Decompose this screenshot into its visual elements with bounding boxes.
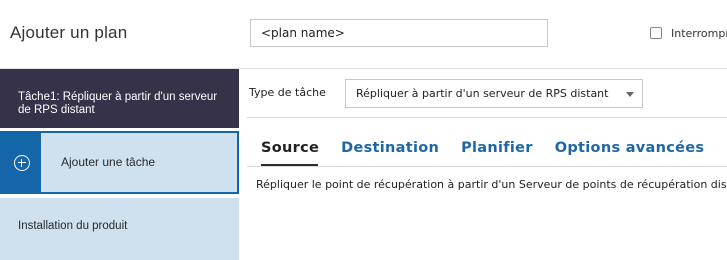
- interrupt-checkbox-group[interactable]: Interrompre: [650, 26, 727, 40]
- install-label: Installation du produit: [18, 220, 128, 232]
- divider: [247, 117, 727, 118]
- add-task-button[interactable]: Ajouter une tâche: [0, 131, 239, 194]
- sidebar-item-task1-label: Tâche1: Répliquer à partir d'un serveur …: [18, 91, 218, 116]
- tab-destination[interactable]: Destination: [341, 140, 439, 156]
- tab-divider: [247, 166, 727, 167]
- task-type-selected-value: Répliquer à partir d'un serveur de RPS d…: [356, 87, 609, 100]
- plan-name-input[interactable]: [250, 19, 548, 47]
- sidebar-item-install[interactable]: Installation du produit: [0, 198, 239, 260]
- task-type-select[interactable]: Répliquer à partir d'un serveur de RPS d…: [345, 79, 643, 108]
- tab-description: Répliquer le point de récupération à par…: [256, 178, 727, 191]
- page-title: Ajouter un plan: [10, 23, 128, 42]
- task-type-label: Type de tâche: [249, 86, 326, 99]
- add-task-icon-column: [2, 133, 41, 192]
- tab-bar: Source Destination Planifier Options ava…: [261, 140, 726, 156]
- add-task-label: Ajouter une tâche: [61, 155, 156, 169]
- sidebar-item-task1[interactable]: Tâche1: Répliquer à partir d'un serveur …: [0, 69, 239, 128]
- interrupt-checkbox-label: Interrompre: [671, 26, 727, 40]
- plus-circle-icon: [13, 154, 30, 171]
- tab-source[interactable]: Source: [261, 140, 319, 156]
- tab-planifier[interactable]: Planifier: [461, 140, 533, 156]
- top-bar: Ajouter un plan Interrompre: [0, 0, 727, 68]
- interrupt-checkbox[interactable]: [650, 27, 662, 39]
- chevron-down-icon: [626, 92, 634, 97]
- tab-options-avancees[interactable]: Options avancées: [555, 140, 705, 156]
